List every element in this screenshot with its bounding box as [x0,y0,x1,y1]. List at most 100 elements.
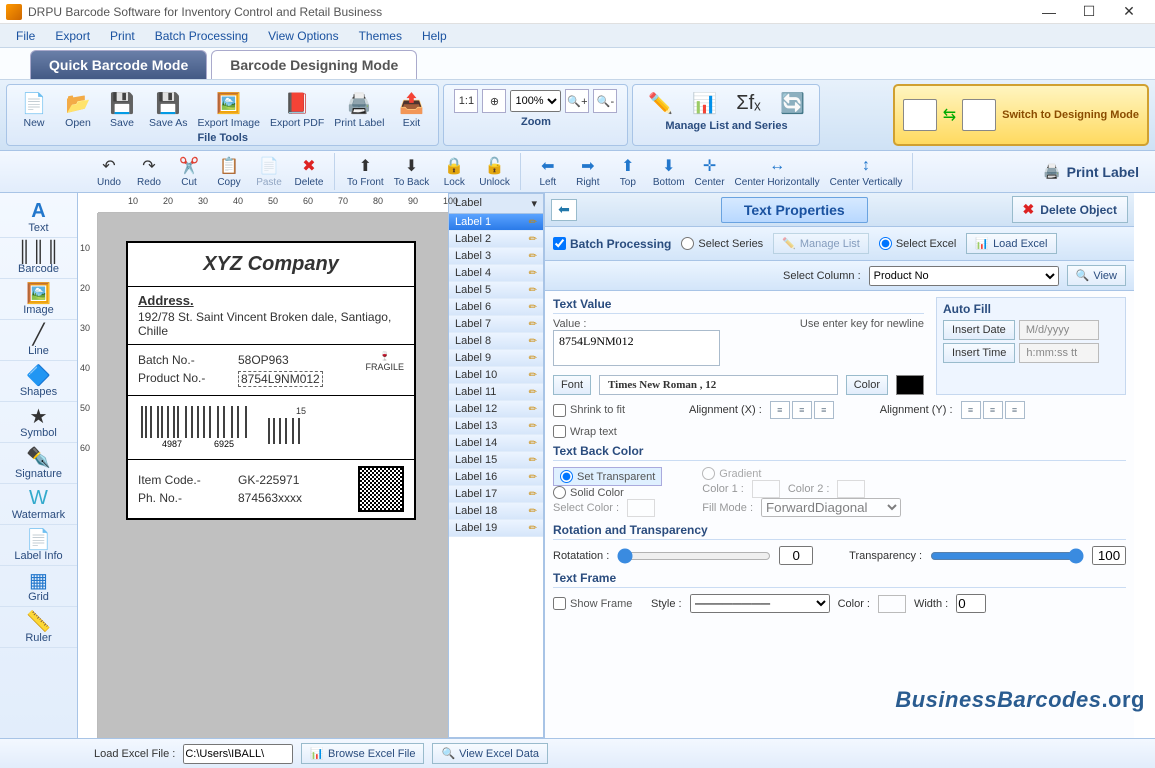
manage-excel-button[interactable]: 📊 [683,87,725,119]
tool-ruler[interactable]: 📏Ruler [0,607,77,648]
labellist-item[interactable]: Label 1✏ [449,214,543,231]
aligny-mid[interactable]: ≡ [983,401,1003,419]
export-pdf-button[interactable]: 📕Export PDF [266,87,328,131]
selected-text-field[interactable]: 8754L9NM012 [238,371,323,387]
tool-barcode[interactable]: ║║║Barcode [0,238,77,279]
cut-button[interactable]: ✂️Cut [170,153,208,190]
undo-button[interactable]: ↶Undo [90,153,128,190]
center-vert-button[interactable]: ↕Center Vertically [826,153,907,190]
labellist-item[interactable]: Label 17✏ [449,486,543,503]
aligny-top[interactable]: ≡ [961,401,981,419]
alignx-right[interactable]: ≡ [814,401,834,419]
toback-button[interactable]: ⬇To Back [390,153,434,190]
shrink-checkbox[interactable]: Shrink to fit [553,404,643,417]
showframe-checkbox[interactable]: Show Frame [553,597,643,610]
switch-mode-button[interactable]: ⇆ Switch to Designing Mode [893,84,1149,146]
delete-object-button[interactable]: ✖Delete Object [1012,196,1128,223]
labellist-item[interactable]: Label 5✏ [449,282,543,299]
menu-help[interactable]: Help [412,25,457,47]
tab-quick-mode[interactable]: Quick Barcode Mode [30,50,207,79]
center-horiz-button[interactable]: ↔Center Horizontally [731,153,824,190]
manage-edit-button[interactable]: ✏️ [639,87,681,119]
rotation-value[interactable] [779,546,813,565]
panel-back-button[interactable]: ⬅ [551,199,577,221]
tool-labelinfo[interactable]: 📄Label Info [0,525,77,566]
zoom-in-icon[interactable]: 🔍+ [565,89,589,113]
color-button[interactable]: Color [846,375,888,395]
label-preview[interactable]: XYZ Company Address. 192/78 St. Saint Vi… [126,241,416,520]
zoom-out-icon[interactable]: 🔍- [593,89,617,113]
frame-color-swatch[interactable] [878,595,906,613]
color1-swatch[interactable] [752,480,780,498]
view-excel-button[interactable]: 🔍View Excel Data [432,743,548,764]
select-excel-radio[interactable]: Select Excel [879,237,957,250]
insert-date-button[interactable]: Insert Date [943,320,1015,340]
time-format[interactable]: h:mm:ss tt [1019,343,1099,363]
labellist-item[interactable]: Label 9✏ [449,350,543,367]
labellist-item[interactable]: Label 15✏ [449,452,543,469]
delete-button[interactable]: ✖Delete [290,153,328,190]
gradient-radio[interactable]: Gradient [702,467,792,480]
labellist-item[interactable]: Label 10✏ [449,367,543,384]
frame-style-select[interactable]: ──────── [690,594,830,613]
labellist-item[interactable]: Label 8✏ [449,333,543,350]
labellist-item[interactable]: Label 7✏ [449,316,543,333]
menu-export[interactable]: Export [45,25,100,47]
labellist-header[interactable]: Label▾ [449,194,543,214]
select-color-swatch[interactable] [627,499,655,517]
select-series-radio[interactable]: Select Series [681,237,763,250]
view-button[interactable]: 🔍View [1067,265,1126,286]
browse-excel-button[interactable]: 📊Browse Excel File [301,743,424,764]
copy-button[interactable]: 📋Copy [210,153,248,190]
alignx-left[interactable]: ≡ [770,401,790,419]
print-label-big-button[interactable]: 🖨️ Print Label [1031,159,1151,184]
labellist-item[interactable]: Label 18✏ [449,503,543,520]
aligny-bot[interactable]: ≡ [1005,401,1025,419]
date-format[interactable]: M/d/yyyy [1019,320,1099,340]
insert-time-button[interactable]: Insert Time [943,343,1015,363]
wrap-checkbox[interactable]: Wrap text [553,425,643,438]
save-button[interactable]: 💾Save [101,87,143,131]
align-center-button[interactable]: ✛Center [691,153,729,190]
lock-button[interactable]: 🔒Lock [435,153,473,190]
tool-symbol[interactable]: ★Symbol [0,402,77,443]
alignx-center[interactable]: ≡ [792,401,812,419]
print-label-button[interactable]: 🖨️Print Label [330,87,388,131]
manage-refresh-button[interactable]: 🔄 [771,87,813,119]
unlock-button[interactable]: 🔓Unlock [475,153,514,190]
export-image-button[interactable]: 🖼️Export Image [194,87,264,131]
tool-signature[interactable]: ✒️Signature [0,443,77,484]
menu-view[interactable]: View Options [258,25,348,47]
labellist-item[interactable]: Label 11✏ [449,384,543,401]
load-excel-button[interactable]: 📊Load Excel [966,233,1056,254]
transparency-slider[interactable] [930,548,1084,564]
maximize-button[interactable]: ☐ [1069,1,1109,23]
tool-text[interactable]: AText [0,197,77,238]
zoom-fit-icon[interactable]: 1:1 [454,89,478,113]
new-button[interactable]: 📄New [13,87,55,131]
frame-width-input[interactable] [956,594,986,613]
tool-grid[interactable]: ▦Grid [0,566,77,607]
color2-swatch[interactable] [837,480,865,498]
labellist-item[interactable]: Label 3✏ [449,248,543,265]
canvas[interactable]: XYZ Company Address. 192/78 St. Saint Vi… [98,213,448,738]
rotation-slider[interactable] [617,548,771,564]
batch-checkbox[interactable]: Batch Processing [553,237,671,251]
labellist-item[interactable]: Label 6✏ [449,299,543,316]
zoom-area-icon[interactable]: ⊕ [482,89,506,113]
align-left-button[interactable]: ⬅Left [529,153,567,190]
excel-path-input[interactable] [183,744,293,764]
tool-shapes[interactable]: 🔷Shapes [0,361,77,402]
labellist-item[interactable]: Label 19✏ [449,520,543,537]
tool-image[interactable]: 🖼️Image [0,279,77,320]
zoom-select[interactable]: 100% [510,90,561,112]
manage-formula-button[interactable]: Σfₓ [727,87,769,119]
tofront-button[interactable]: ⬆To Front [343,153,388,190]
exit-button[interactable]: 📤Exit [390,87,432,131]
menu-file[interactable]: File [6,25,45,47]
paste-button[interactable]: 📄Paste [250,153,288,190]
saveas-button[interactable]: 💾Save As [145,87,192,131]
open-button[interactable]: 📂Open [57,87,99,131]
labellist-item[interactable]: Label 13✏ [449,418,543,435]
align-bottom-button[interactable]: ⬇Bottom [649,153,689,190]
